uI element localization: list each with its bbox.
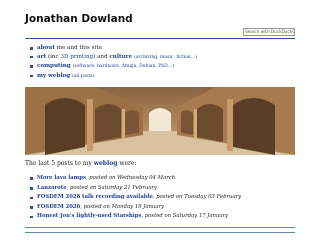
- about-text: me and this site: [56, 45, 102, 51]
- header-photo: [25, 87, 295, 155]
- post-date: , posted on Tuesday 03 February: [152, 194, 242, 201]
- footer-divider: [25, 227, 295, 228]
- nav-item-about: about me and this site: [30, 44, 197, 53]
- art-link[interactable]: art: [37, 54, 46, 60]
- art-text-a: (inc: [47, 53, 61, 60]
- recent-posts-list: More lava lamps, posted on Wednesday 04 …: [30, 174, 241, 222]
- weblog-link[interactable]: my weblog: [37, 73, 70, 79]
- footer-divider: [25, 232, 295, 233]
- site-nav: about me and this site art (inc 3D print…: [30, 44, 197, 81]
- post-date: , posted on Wednesday 04 March: [85, 175, 176, 181]
- culture-subtopics: (archiving, music, fiction…): [133, 54, 197, 60]
- culture-link[interactable]: culture: [109, 54, 132, 60]
- post-date: , posted on Saturday 21 February: [66, 184, 157, 191]
- nav-item-computing: computing (software, hardware, Amiga, De…: [30, 62, 197, 72]
- post-link[interactable]: FOSDEM 2026 talk recording available: [37, 194, 153, 200]
- intro-suffix: were:: [117, 160, 137, 167]
- computing-subtopics: (software, hardware, Amiga, Debian, PhD……: [72, 64, 174, 70]
- colonnade-image: [25, 87, 295, 155]
- recent-posts-intro: The last 5 posts to my weblog were:: [25, 160, 137, 167]
- search-input[interactable]: Search with DuckDuckGo: [243, 28, 295, 36]
- list-item: FOSDEM 2026, posted on Monday 19 January: [30, 203, 241, 213]
- header-divider: [25, 38, 295, 39]
- 3d-printing-link[interactable]: 3D printing: [60, 54, 93, 60]
- post-date: , posted on Saturday 17 January: [141, 213, 229, 220]
- nav-item-art: art (inc 3D printing) and culture (archi…: [30, 53, 197, 63]
- list-item: More lava lamps, posted on Wednesday 04 …: [30, 174, 241, 184]
- list-item: Lanzarote, posted on Saturday 21 Februar…: [30, 184, 241, 194]
- post-link[interactable]: Honest Jon's lightly-used Starships: [37, 213, 141, 219]
- nav-item-weblog: my weblog (all posts): [30, 72, 197, 82]
- art-text-b: ) and: [93, 53, 110, 60]
- post-link[interactable]: More lava lamps: [37, 175, 86, 181]
- intro-prefix: The last 5 posts to my: [25, 160, 94, 167]
- post-link[interactable]: FOSDEM 2026: [37, 204, 80, 210]
- all-posts-link[interactable]: (all posts): [72, 74, 95, 79]
- post-link[interactable]: Lanzarote: [37, 185, 67, 191]
- list-item: FOSDEM 2026 talk recording available, po…: [30, 193, 241, 203]
- site-title[interactable]: Jonathan Dowland: [25, 13, 133, 25]
- computing-link[interactable]: computing: [37, 63, 71, 69]
- about-link[interactable]: about: [37, 45, 55, 51]
- list-item: Honest Jon's lightly-used Starships, pos…: [30, 212, 241, 222]
- intro-weblog-link[interactable]: weblog: [94, 160, 118, 167]
- post-date: , posted on Monday 19 January: [80, 203, 165, 210]
